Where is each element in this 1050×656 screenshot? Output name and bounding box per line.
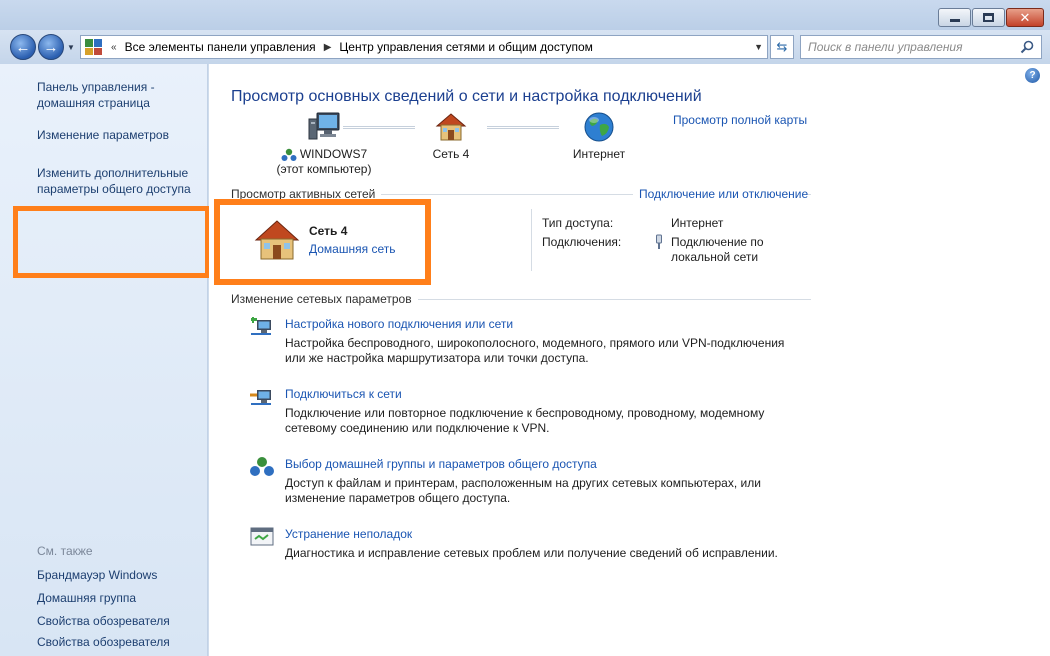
troubleshoot-icon <box>250 527 274 546</box>
maximize-button[interactable] <box>972 8 1005 27</box>
see-also-firewall[interactable]: Брандмауэр Windows <box>37 567 157 583</box>
left-pane: Панель управления - домашняя страница Из… <box>0 64 210 656</box>
task-connect-desc: Подключение или повторное подключение к … <box>285 406 815 436</box>
task-desc-line: изменение параметров общего доступа. <box>285 491 511 505</box>
main-content: ? Просмотр основных сведений о сети и на… <box>209 64 1050 656</box>
close-button[interactable]: ✕ <box>1006 8 1044 27</box>
control-panel-icon <box>85 39 103 55</box>
access-type-label: Тип доступа: <box>542 216 614 230</box>
minimize-icon <box>949 19 960 22</box>
see-also-internet-options[interactable]: Свойства обозревателя <box>37 613 170 629</box>
breadcrumb-overflow[interactable]: « <box>111 42 117 53</box>
minimize-button[interactable] <box>938 8 971 27</box>
refresh-icon: ⇆ <box>776 39 788 54</box>
task-homegroup-link[interactable]: Выбор домашней группы и параметров общег… <box>285 457 597 471</box>
breadcrumb-all-items[interactable]: Все элементы панели управления <box>125 40 316 54</box>
network-map-label: Сеть 4 <box>432 147 470 161</box>
see-also-internet-options-2[interactable]: Свойства обозревателя <box>37 634 170 650</box>
home-network-icon <box>254 220 300 260</box>
connect-network-icon <box>250 390 271 405</box>
task-new-connection-link[interactable]: Настройка нового подключения или сети <box>285 317 513 331</box>
task-desc-line: или же настройка маршрутизатора или точк… <box>285 351 589 365</box>
task-desc-line: Настройка беспроводного, широкополосного… <box>285 336 785 350</box>
breadcrumb-network-center[interactable]: Центр управления сетями и общим доступом <box>339 40 593 54</box>
computer-name: WINDOWS7 <box>299 147 368 161</box>
globe-icon <box>584 112 614 142</box>
computer-icon <box>308 112 340 140</box>
highlight-frame <box>13 206 210 278</box>
refresh-button[interactable]: ⇆ <box>770 35 794 59</box>
sidebar-item-home[interactable]: Панель управления - домашняя страница <box>37 79 187 111</box>
search-input[interactable] <box>808 40 1018 54</box>
task-new-connection-desc: Настройка беспроводного, широкополосного… <box>285 336 815 366</box>
task-desc-line: сетевому соединению или подключение к VP… <box>285 421 550 435</box>
sidebar-item-advanced-sharing[interactable]: Изменить дополнительные параметры общего… <box>37 165 199 197</box>
connection-line <box>487 126 559 129</box>
back-arrow-icon: ← <box>15 38 31 56</box>
task-troubleshoot-link[interactable]: Устранение неполадок <box>285 527 412 541</box>
connect-disconnect-link[interactable]: Подключение или отключение <box>633 187 809 201</box>
search-icon[interactable] <box>1020 40 1034 54</box>
connection-link-line1: Подключение по <box>671 235 764 249</box>
map-network[interactable]: Сеть 4 <box>421 111 481 162</box>
forward-button[interactable]: → <box>38 34 64 60</box>
new-connection-icon <box>251 317 271 335</box>
homegroup-icon <box>281 148 297 161</box>
network-type-link[interactable]: Домашняя сеть <box>309 242 395 256</box>
local-connection-link[interactable]: Подключение по локальной сети <box>671 235 764 265</box>
page-title: Просмотр основных сведений о сети и наст… <box>231 88 702 105</box>
access-type-value: Интернет <box>671 216 724 230</box>
task-connect-link[interactable]: Подключиться к сети <box>285 387 402 401</box>
address-dropdown-icon[interactable]: ▼ <box>754 42 763 52</box>
connection-line <box>343 126 415 129</box>
task-troubleshoot-desc: Диагностика и исправление сетевых пробле… <box>285 546 815 561</box>
breadcrumb-separator-icon[interactable]: ▶ <box>324 42 332 53</box>
back-button[interactable]: ← <box>10 34 36 60</box>
recent-pages-dropdown[interactable]: ▼ <box>67 43 75 52</box>
house-icon <box>435 113 467 141</box>
change-settings-header: Изменение сетевых параметров <box>231 292 418 306</box>
computer-subtitle: (этот компьютер) <box>276 162 372 176</box>
address-bar[interactable]: « Все элементы панели управления ▶ Центр… <box>80 35 768 59</box>
homegroup-icon <box>250 457 274 476</box>
full-map-link[interactable]: Просмотр полной карты <box>673 113 807 127</box>
task-desc-line: Диагностика и исправление сетевых пробле… <box>285 546 778 560</box>
sidebar-item-adapter-settings[interactable]: Изменение параметров адаптера <box>37 127 177 143</box>
internet-label: Интернет <box>572 147 626 161</box>
vertical-divider <box>531 209 532 271</box>
active-network-name: Сеть 4 <box>309 224 348 238</box>
help-icon[interactable]: ? <box>1025 68 1040 83</box>
maximize-icon <box>983 13 994 22</box>
connection-link-line2: локальной сети <box>671 250 759 264</box>
see-also-heading: См. также <box>37 544 93 558</box>
title-bar: ✕ <box>0 0 1050 34</box>
close-icon: ✕ <box>1019 10 1031 25</box>
window-controls: ✕ <box>938 8 1044 27</box>
task-desc-line: Доступ к файлам и принтерам, расположенн… <box>285 476 761 490</box>
navigation-bar: ← → ▼ « Все элементы панели управления ▶… <box>0 30 1050 64</box>
forward-arrow-icon: → <box>43 38 59 56</box>
search-box[interactable] <box>800 35 1042 59</box>
ethernet-plug-icon <box>656 234 662 249</box>
task-desc-line: Подключение или повторное подключение к … <box>285 406 765 420</box>
map-internet[interactable]: Интернет <box>561 111 637 162</box>
task-homegroup-desc: Доступ к файлам и принтерам, расположенн… <box>285 476 815 506</box>
see-also-homegroup[interactable]: Домашняя группа <box>37 590 136 606</box>
map-computer[interactable]: WINDOWS7 (этот компьютер) <box>269 111 379 177</box>
connections-label: Подключения: <box>542 235 622 249</box>
